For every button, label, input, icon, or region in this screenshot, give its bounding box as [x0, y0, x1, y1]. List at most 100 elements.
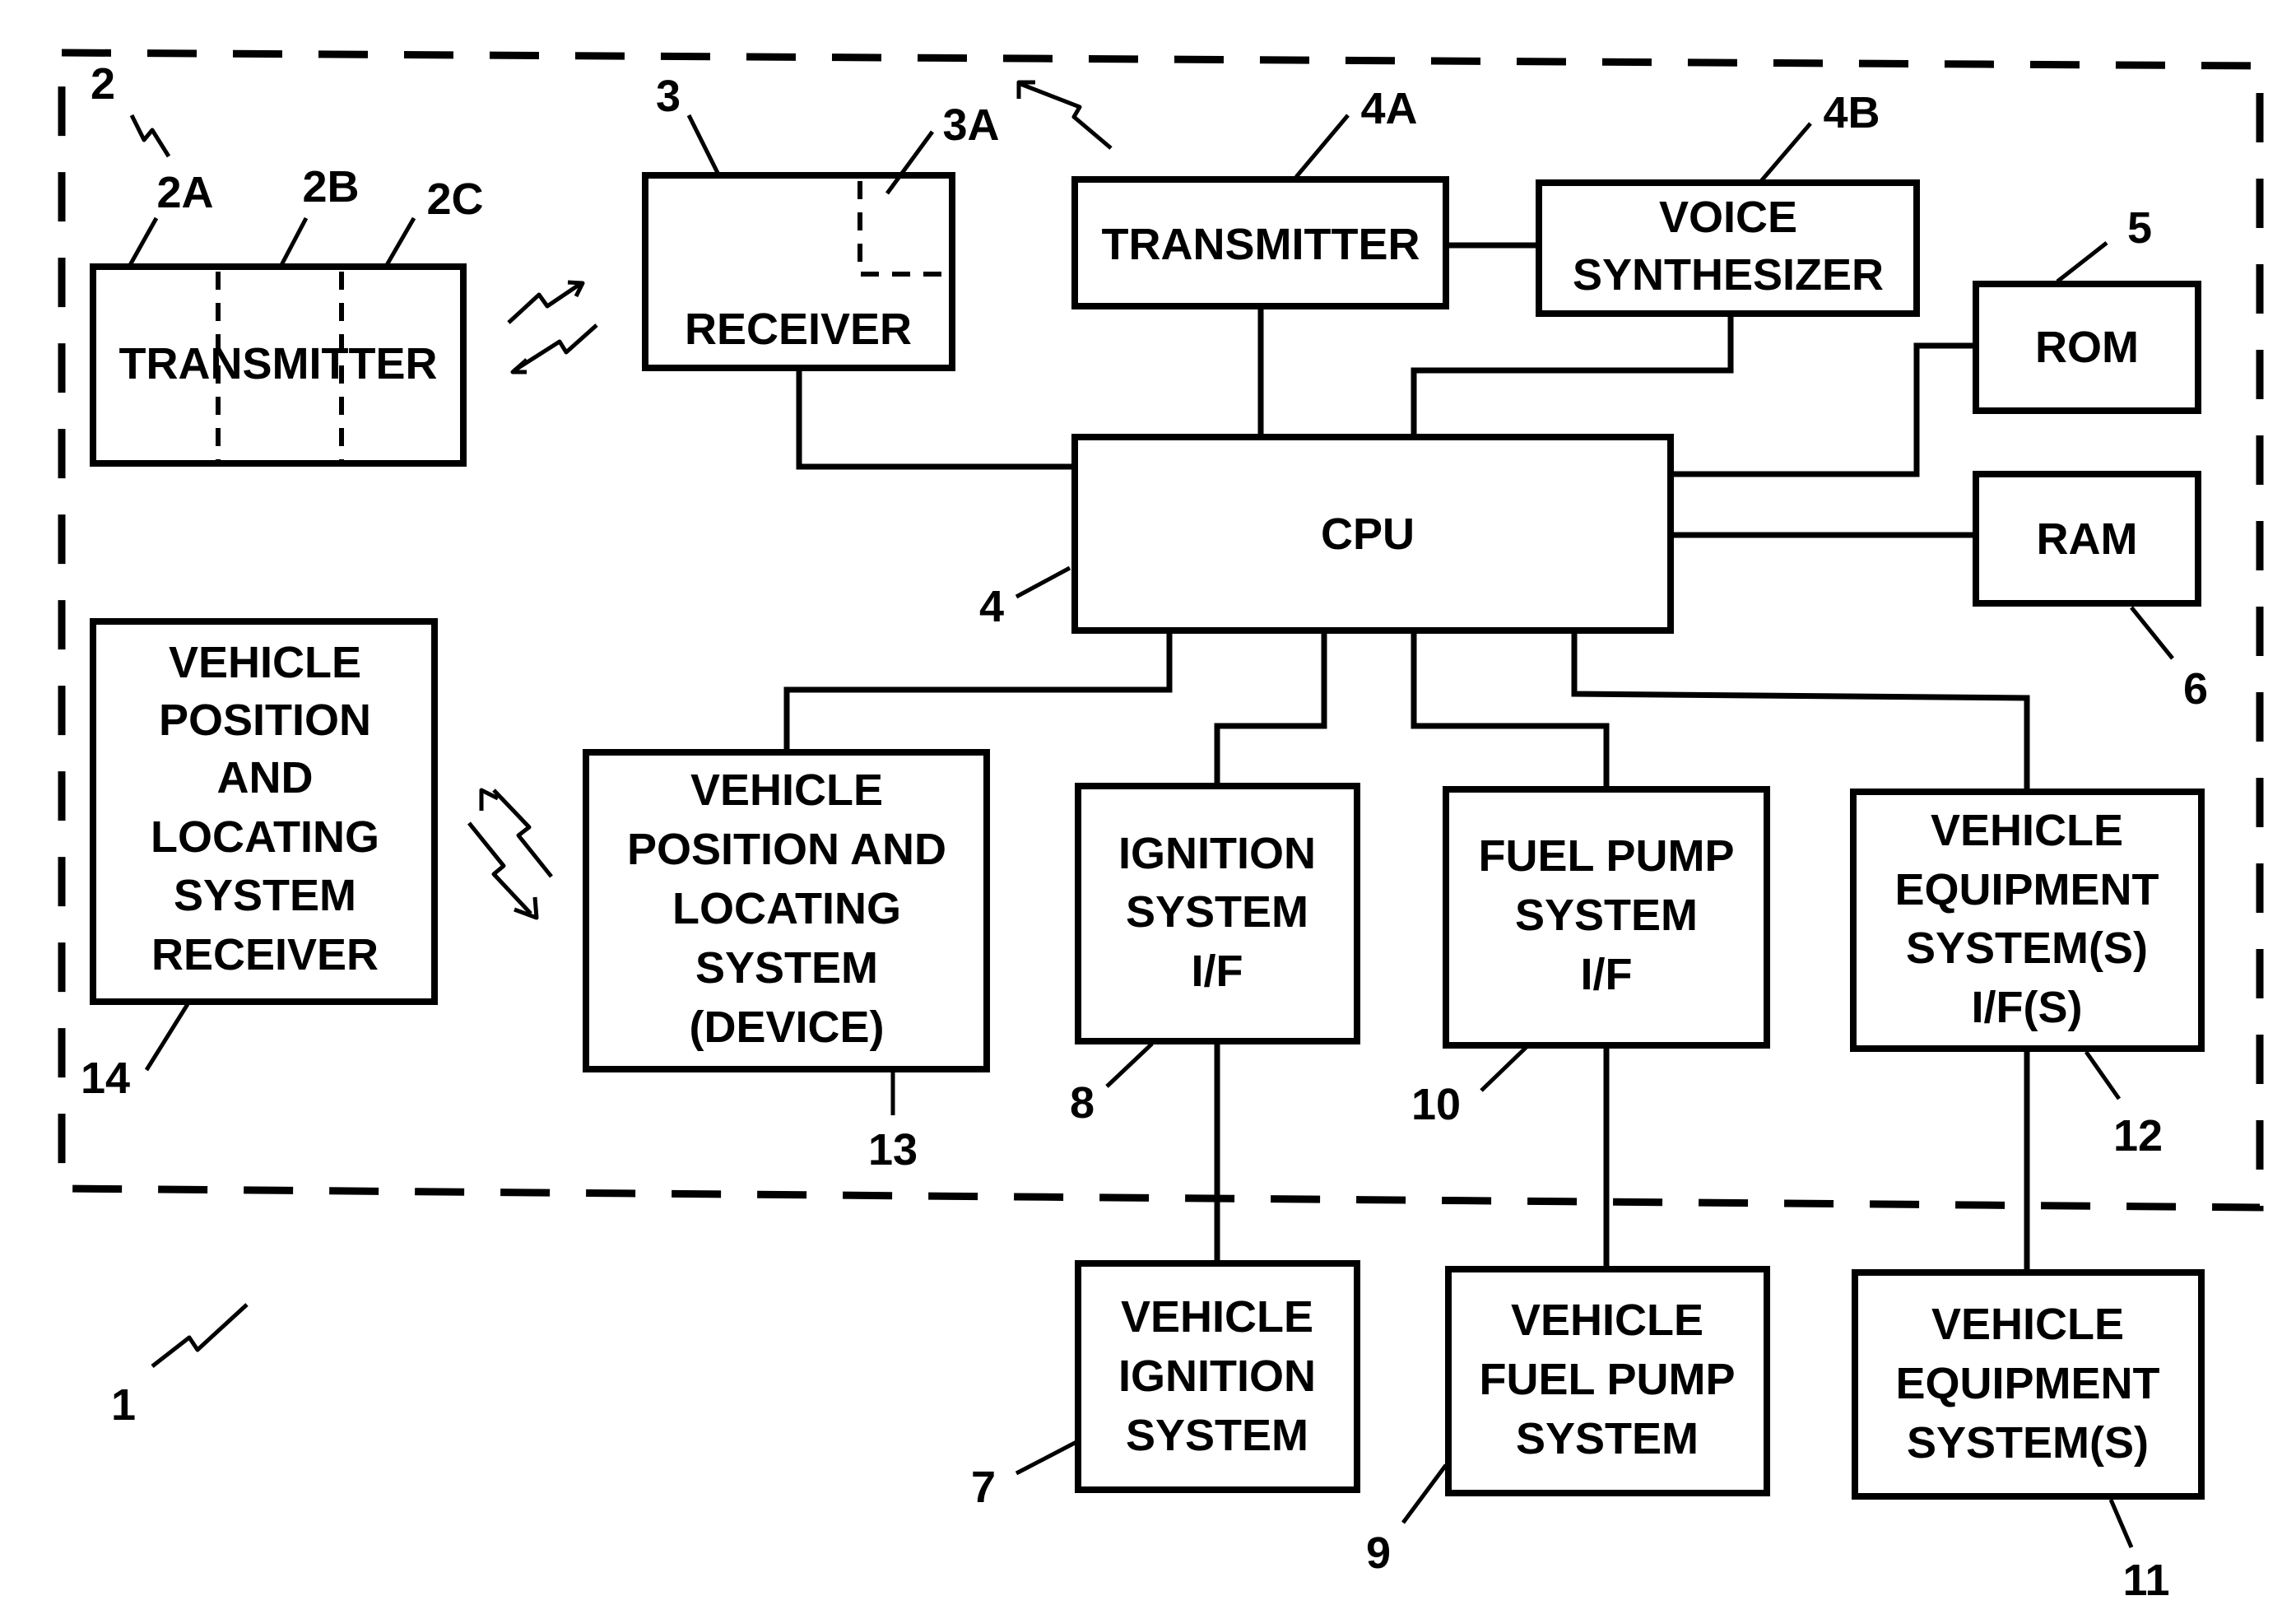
block-label: VEHICLE: [1931, 1300, 2124, 1349]
block-vehicle-ignition-7: VEHICLE IGNITION SYSTEM: [1075, 1260, 1360, 1493]
block-transmitter-2: TRANSMITTER: [90, 263, 467, 467]
ref-12-leader: [2084, 1050, 2122, 1100]
block-label: EQUIPMENT: [1895, 1359, 2159, 1408]
wire-cpu-fuel-if: [1411, 630, 1610, 789]
block-equipment-if-12: VEHICLE EQUIPMENT SYSTEM(S) I/F(S): [1850, 789, 2205, 1052]
ref-7-leader: [1015, 1440, 1078, 1476]
ref-5-leader: [2056, 241, 2108, 283]
block-label: VEHICLE: [1121, 1292, 1313, 1342]
block-label: RECEIVER: [151, 930, 379, 979]
block-label: RAM: [2037, 514, 2138, 564]
block-label: SYSTEM: [1126, 887, 1308, 937]
block-label: POSITION AND: [627, 825, 946, 874]
wire-cpu-vpls-device: [783, 630, 1173, 752]
block-label: VEHICLE: [1511, 1296, 1703, 1345]
ref-7: 7: [971, 1463, 996, 1512]
ref-4-leader: [1015, 565, 1071, 599]
block-voice-synthesizer-4b: VOICE SYNTHESIZER: [1536, 179, 1920, 317]
block-label: VOICE: [1659, 193, 1797, 242]
block-vpls-receiver-14: VEHICLE POSITION AND LOCATING SYSTEM REC…: [90, 618, 438, 1005]
block-ram-6: RAM: [1973, 471, 2201, 607]
ref-10: 10: [1411, 1080, 1461, 1129]
block-label: FUEL PUMP: [1478, 831, 1734, 881]
ref-3: 3: [656, 72, 681, 121]
block-vehicle-fuel-pump-9: VEHICLE FUEL PUMP SYSTEM: [1445, 1266, 1770, 1496]
wire-voice-cpu: [1411, 314, 1734, 437]
block-label: FUEL PUMP: [1479, 1355, 1735, 1404]
ref-14: 14: [81, 1054, 130, 1103]
ref-1-leader: [151, 1303, 249, 1368]
block-label: AND: [217, 753, 314, 802]
block-label: LOCATING: [672, 884, 901, 933]
ref-6: 6: [2183, 664, 2208, 714]
ref-8-leader: [1105, 1042, 1154, 1088]
block-receiver-3: RECEIVER: [642, 172, 955, 371]
ref-2c-leader: [384, 216, 416, 267]
block-vehicle-equipment-11: VEHICLE EQUIPMENT SYSTEM(S): [1852, 1269, 2205, 1500]
block-transmitter-4a: TRANSMITTER: [1071, 176, 1449, 309]
block-label: IGNITION: [1118, 1351, 1316, 1401]
ref-4a: 4A: [1360, 84, 1417, 133]
gps-wireless-link-icon: [467, 788, 553, 920]
ref-4a-leader: [1294, 114, 1350, 179]
ref-4b: 4B: [1823, 88, 1880, 137]
block-label: ROM: [2035, 323, 2139, 372]
block-label: TRANSMITTER: [119, 339, 438, 388]
ref-12: 12: [2113, 1111, 2163, 1161]
block-label: LOCATING: [151, 812, 379, 862]
block-label: (DEVICE): [689, 1003, 884, 1052]
block-label: SYNTHESIZER: [1573, 250, 1884, 300]
block-label: IGNITION: [1118, 829, 1316, 878]
wire-cpu-ignition-if: [1214, 630, 1327, 786]
ref-4: 4: [979, 582, 1004, 631]
ref-8: 8: [1070, 1078, 1095, 1128]
block-ignition-if-8: IGNITION SYSTEM I/F: [1075, 783, 1360, 1044]
block-label: SYSTEM: [1126, 1411, 1308, 1460]
block-label: VEHICLE: [169, 638, 361, 687]
block-label: SYSTEM(S): [1906, 923, 2148, 973]
block-label: SYSTEM(S): [1907, 1418, 2149, 1468]
block-fuel-pump-if-10: FUEL PUMP SYSTEM I/F: [1443, 786, 1770, 1049]
block-label: POSITION: [159, 696, 371, 745]
wire-receiver-cpu: [796, 368, 1075, 470]
ref-3a: 3A: [942, 100, 999, 150]
ref-11: 11: [2122, 1556, 2169, 1605]
block-label: VEHICLE: [690, 765, 883, 815]
block-label: TRANSMITTER: [1102, 220, 1420, 269]
wire-cpu-equipment-if: [1571, 630, 2030, 792]
block-label: RECEIVER: [685, 305, 912, 354]
block-label: EQUIPMENT: [1894, 865, 2159, 914]
ref-1: 1: [111, 1380, 136, 1430]
ref-9: 9: [1366, 1528, 1391, 1578]
block-label: I/F(S): [1972, 983, 2083, 1032]
ref-3-leader: [686, 114, 720, 174]
ref-4b-leader: [1759, 122, 1812, 183]
ref-14-leader: [144, 1003, 190, 1072]
ref-2a-leader: [128, 216, 159, 267]
ref-2b-leader: [279, 216, 309, 267]
block-label: I/F: [1192, 947, 1243, 996]
wireless-link-icon: [507, 280, 598, 374]
block-rom-5: ROM: [1973, 281, 2201, 414]
ref-2-leader: [129, 114, 171, 158]
block-label: SYSTEM: [1515, 891, 1698, 940]
outgoing-wireless-icon: [1016, 80, 1113, 150]
ref-2a: 2A: [156, 168, 213, 217]
block-label: SYSTEM: [174, 871, 356, 920]
ref-13: 13: [868, 1125, 918, 1175]
ref-2: 2: [91, 59, 115, 109]
block-cpu-4: CPU: [1071, 434, 1674, 634]
ref-2c: 2C: [426, 174, 483, 224]
wire-rom-cpu: [1671, 342, 1976, 477]
block-label: VEHICLE: [1931, 806, 2123, 855]
ref-10-leader: [1480, 1045, 1528, 1092]
ref-5: 5: [2127, 203, 2152, 253]
block-label: SYSTEM: [695, 943, 878, 993]
block-label: CPU: [1321, 509, 1415, 559]
patent-block-diagram: 2 1 TRANSMITTER 2A 2B 2C RECEIVER 3 3A T…: [58, 49, 2264, 1605]
block-vpls-device-13: VEHICLE POSITION AND LOCATING SYSTEM (DE…: [583, 749, 990, 1072]
ref-9-leader: [1401, 1463, 1448, 1524]
ref-2b: 2B: [302, 162, 359, 212]
block-label: I/F: [1581, 950, 1633, 999]
ref-11-leader: [2108, 1499, 2134, 1548]
